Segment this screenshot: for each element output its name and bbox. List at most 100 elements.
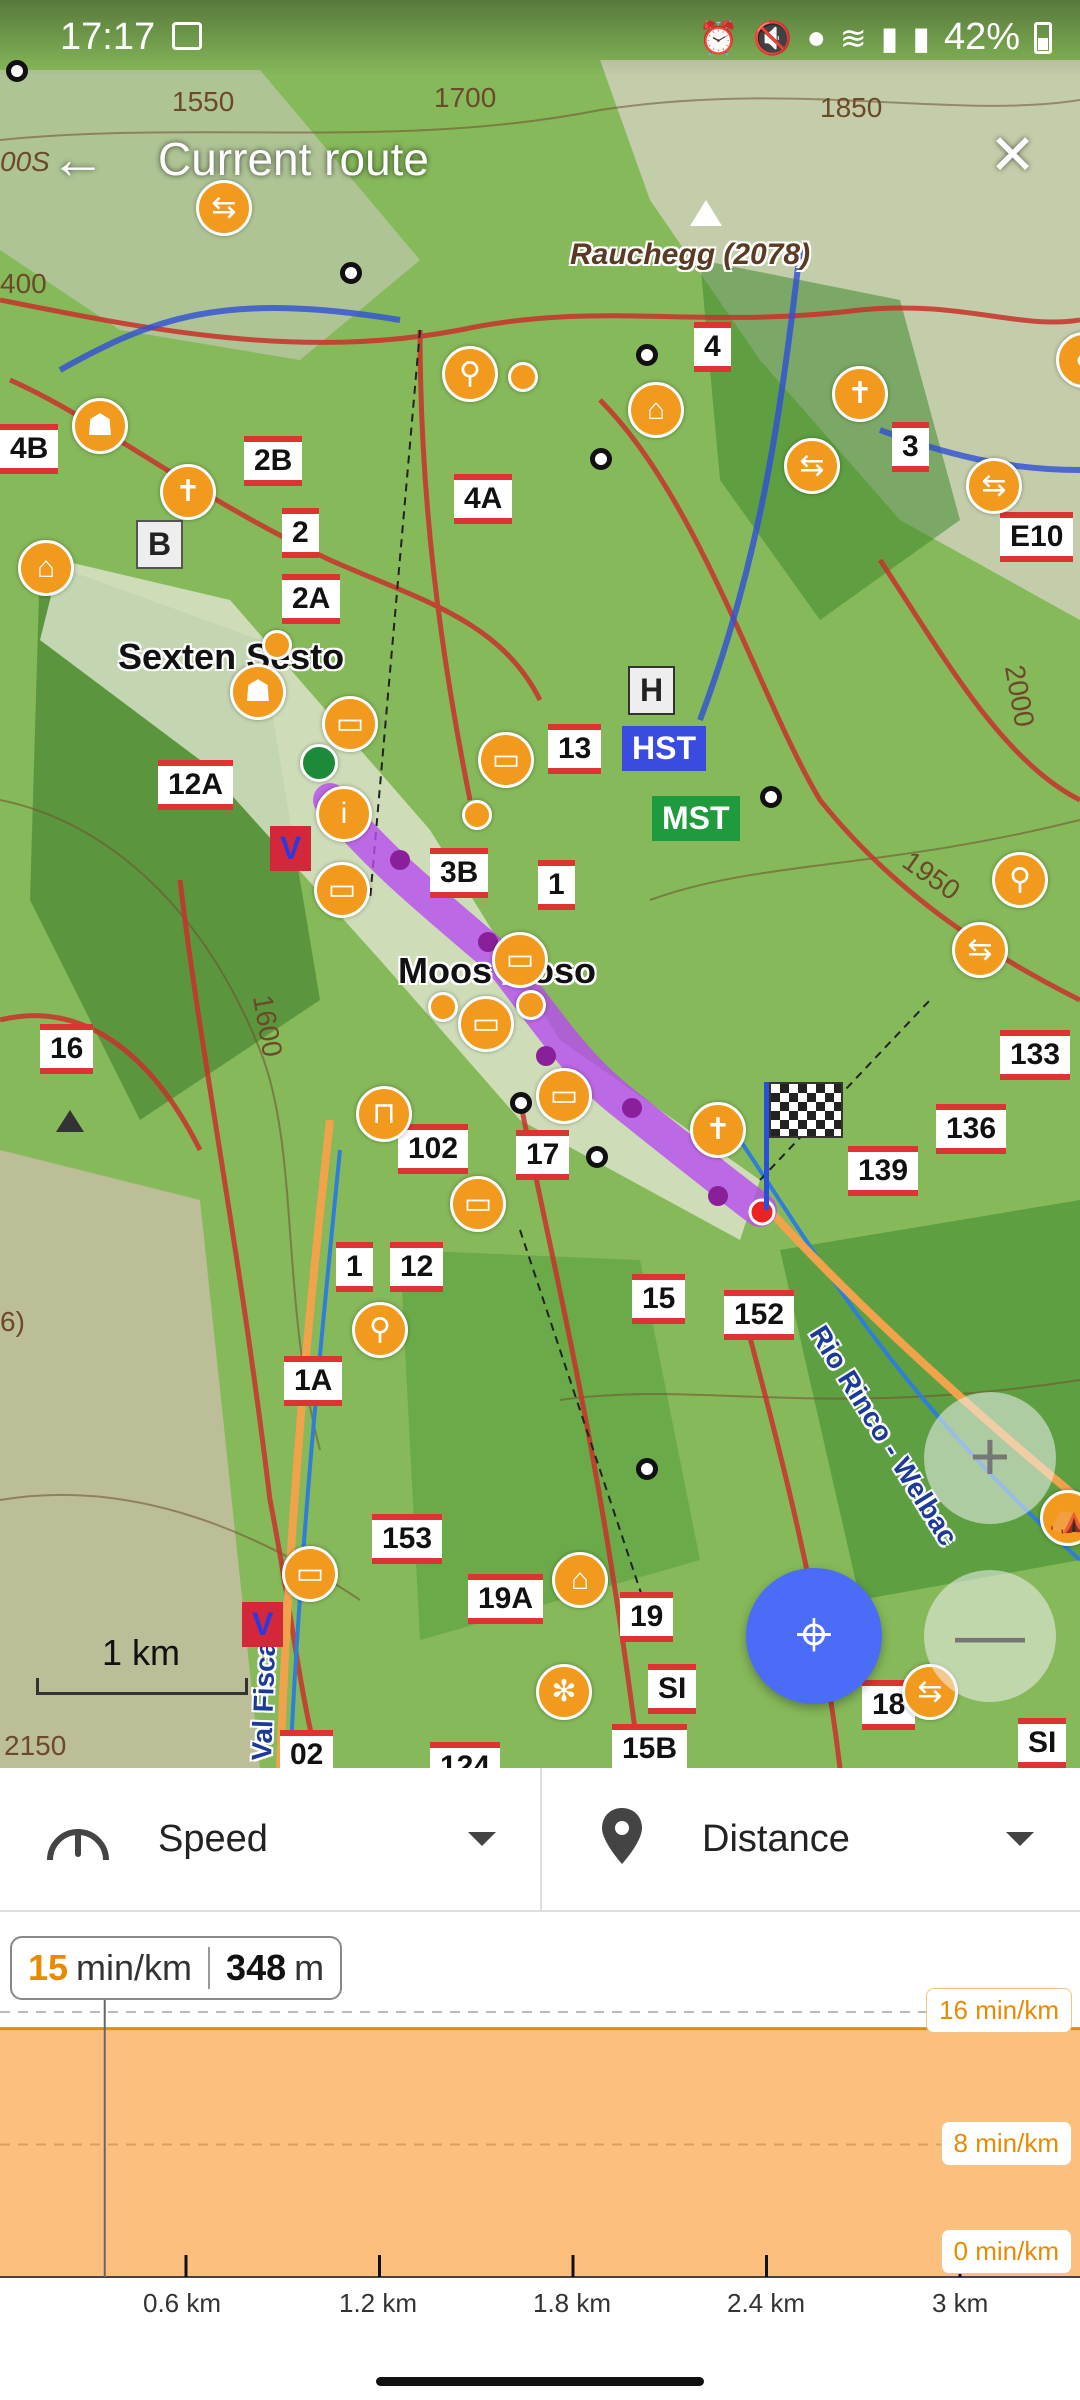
zoom-in-button[interactable]: + [924, 1392, 1056, 1524]
trail-label: 4B [0, 424, 59, 474]
trail-label: 15B [612, 1724, 688, 1768]
y-tick-label: 16 min/km [926, 1988, 1072, 2033]
trail-label: 02 [280, 1730, 334, 1768]
hotel-icon[interactable]: ▭ [322, 696, 378, 752]
trail-label: 12A [158, 760, 234, 810]
hotel-icon[interactable]: ▭ [282, 1546, 338, 1602]
trail-label: 139 [848, 1146, 919, 1196]
trail-label: 153 [372, 1514, 443, 1564]
signal-icon: ▮ [912, 19, 930, 56]
trail-label: 2A [282, 574, 341, 624]
speed-chart[interactable] [0, 1990, 1080, 2290]
battery-icon [1034, 21, 1052, 54]
contour-label: 2150 [4, 1730, 67, 1761]
toilet-icon[interactable]: ⚲ [992, 852, 1048, 908]
x-tick-label: 0.6 km [143, 2288, 222, 2318]
pace-unit: min/km [76, 1947, 193, 1988]
scale-label: 1 km [101, 1632, 180, 1673]
start-point-icon[interactable] [300, 744, 338, 782]
poi-cluster-icon[interactable] [462, 800, 492, 830]
wifi-icon: ≋ [839, 19, 867, 56]
finish-flag-icon[interactable] [764, 1082, 843, 1210]
v-badge: V [270, 826, 312, 871]
hotel-icon[interactable]: ▭ [478, 732, 534, 788]
trail-label: 2B [244, 436, 303, 486]
chapel-icon[interactable]: ✝ [690, 1102, 746, 1158]
b-badge: B [136, 520, 184, 569]
top-bar: ← Current route ✕ [0, 110, 1080, 210]
v-badge: V [242, 1602, 284, 1647]
signpost-icon[interactable]: ⇆ [966, 458, 1022, 514]
climbing-icon[interactable]: ☗ [230, 664, 286, 720]
waypoint-dot [636, 344, 658, 366]
chevron-down-icon [1006, 1832, 1034, 1846]
hotel-icon[interactable]: ▭ [458, 996, 514, 1052]
hut-icon[interactable]: ⌂ [18, 540, 74, 596]
distance-selector[interactable]: Distance [542, 1768, 1080, 1910]
signpost-icon[interactable]: ⇆ [784, 438, 840, 494]
info-icon[interactable]: i [316, 786, 372, 842]
readout-chip: 15 min/km 348 m [10, 1936, 343, 2000]
place-label: Sexten Sesto [118, 636, 344, 678]
location-pin-icon [602, 1808, 642, 1864]
shelter-icon[interactable]: ⌂ [628, 382, 684, 438]
locate-button[interactable]: ⌖ [746, 1568, 882, 1704]
waypoint-dot [340, 262, 362, 284]
h-badge: H [628, 666, 676, 715]
flower-icon[interactable]: ✻ [536, 1664, 592, 1720]
signpost-icon[interactable]: ⇆ [952, 922, 1008, 978]
location-icon: ● [806, 19, 826, 55]
trail-label: SI [1018, 1718, 1067, 1768]
waypoint-dot [590, 448, 612, 470]
hotel-icon[interactable]: ▭ [536, 1068, 592, 1124]
waypoint-dot [510, 1092, 532, 1114]
home-indicator[interactable] [376, 2377, 704, 2386]
toilet-icon[interactable]: ⚲ [352, 1302, 408, 1358]
signal-icon: ▮ [880, 19, 899, 56]
system-nav-bar [0, 2350, 1080, 2400]
battery-percent: 42% [943, 16, 1020, 58]
peak-marker-icon [56, 1110, 84, 1132]
contour-label: 400 [0, 268, 47, 299]
map-view[interactable]: 17:17 ⏰ 🔇 ● ≋ ▮ ▮ 42% ← Current route ✕ … [0, 0, 1080, 1768]
ski-lift-icon[interactable]: ⊓ [356, 1086, 412, 1142]
poi-cluster-icon[interactable] [262, 630, 292, 660]
trail-label: 4A [454, 474, 513, 524]
toilet-icon[interactable]: ⚲ [442, 346, 498, 402]
poi-cluster-icon[interactable] [508, 362, 538, 392]
poi-cluster-icon[interactable] [516, 990, 546, 1020]
trail-label: 102 [398, 1124, 469, 1174]
trail-label: 17 [516, 1130, 570, 1180]
trail-label: 1 [336, 1242, 373, 1292]
back-arrow-icon[interactable]: ← [50, 126, 106, 191]
status-time: 17:17 [60, 16, 156, 58]
speed-selector[interactable]: Speed [0, 1768, 540, 1910]
y-tick-label: 0 min/km [940, 2229, 1072, 2274]
hotel-icon[interactable]: ▭ [314, 862, 370, 918]
trail-label: 124 [430, 1742, 501, 1768]
pace-area [0, 2028, 1080, 2277]
chapel-icon[interactable]: ✝ [832, 366, 888, 422]
mst-badge: MST [652, 796, 740, 841]
shelter-icon[interactable]: ⌂ [552, 1552, 608, 1608]
distance-unit: m [294, 1947, 325, 1988]
x-tick-label: 1.2 km [339, 2288, 418, 2318]
hotel-icon[interactable]: ▭ [450, 1176, 506, 1232]
chapel-icon[interactable]: ✝ [160, 464, 216, 520]
crosshair-icon: ⌖ [795, 1598, 833, 1670]
trail-label: 133 [1000, 1030, 1071, 1080]
page-title: Current route [158, 133, 430, 185]
peak-label: Rauchegg (2078) [570, 238, 811, 271]
map-scale: 1 km [36, 1632, 248, 1695]
climbing-icon[interactable]: ☗ [72, 398, 128, 454]
hotel-icon[interactable]: ▭ [492, 932, 548, 988]
close-icon[interactable]: ✕ [989, 122, 1036, 188]
trail-label: 13 [548, 724, 602, 774]
trail-label: 1A [284, 1356, 343, 1406]
poi-cluster-icon[interactable] [428, 992, 458, 1022]
waypoint-dot [636, 1458, 658, 1480]
trail-label: SI [648, 1664, 697, 1714]
chevron-down-icon [468, 1832, 496, 1846]
zoom-out-button[interactable]: — [924, 1570, 1056, 1702]
distance-label: Distance [702, 1818, 850, 1860]
